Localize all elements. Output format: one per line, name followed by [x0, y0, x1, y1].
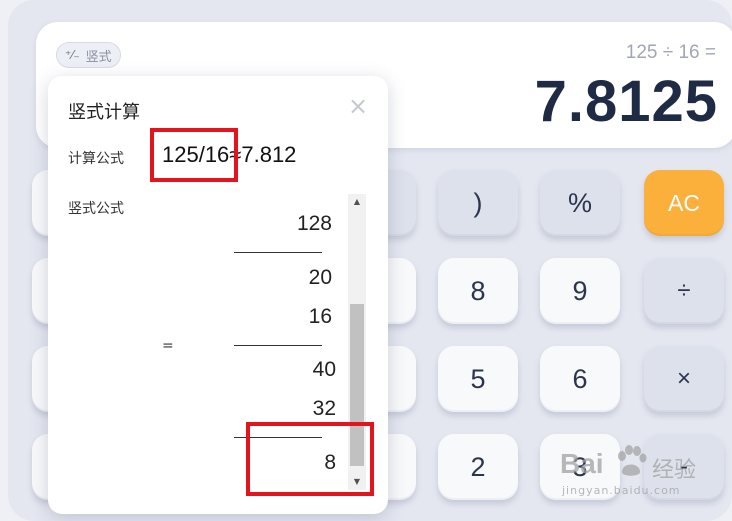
result-text: 7.8125	[534, 69, 718, 134]
percent-key[interactable]: %	[540, 170, 620, 236]
digit-2-key[interactable]: 2	[438, 434, 518, 500]
divider-line	[234, 345, 322, 346]
watermark-cn: 经验	[652, 458, 697, 483]
fraction-icon: ⁺⁄₋	[65, 48, 80, 62]
digit-9-key[interactable]: 9	[540, 258, 620, 324]
multiply-key[interactable]: ×	[644, 346, 724, 412]
divide-key[interactable]: ÷	[644, 258, 724, 324]
vertical-mode-chip[interactable]: ⁺⁄₋ 竖式	[56, 42, 121, 68]
all-clear-key[interactable]: AC	[644, 170, 724, 236]
mode-chip-label: 竖式	[85, 49, 112, 65]
paw-icon	[618, 445, 647, 476]
close-icon[interactable]: ×	[346, 94, 370, 118]
digit-6-key[interactable]: 6	[540, 346, 620, 412]
vertical-label: 竖式公式	[68, 201, 124, 217]
vertical-row: 40	[312, 358, 336, 381]
watermark-url: jingyan.baidu.com	[562, 484, 681, 497]
divider-line	[234, 252, 322, 253]
cut-off-row: ⌒⌒	[306, 194, 332, 199]
baidu-watermark: Bai 经验 jingyan.baidu.com	[560, 440, 720, 500]
watermark-text: Bai	[560, 448, 604, 479]
expression-text: 125 ÷ 16 =	[625, 42, 716, 63]
digit-8-key[interactable]: 8	[438, 258, 518, 324]
close-paren-key[interactable]: )	[438, 170, 518, 236]
vertical-row: 128	[296, 212, 332, 235]
digit-5-key[interactable]: 5	[438, 346, 518, 412]
equals-sign: =	[162, 338, 174, 354]
vertical-row: 16	[308, 305, 332, 328]
formula-label: 计算公式	[68, 151, 124, 167]
highlight-box-remainder	[246, 422, 374, 496]
highlight-box-formula	[150, 128, 238, 182]
popup-title: 竖式计算	[68, 102, 140, 123]
scroll-up-icon[interactable]: ▲	[348, 194, 366, 210]
vertical-row: 20	[308, 266, 332, 289]
vertical-row: 32	[312, 397, 336, 420]
